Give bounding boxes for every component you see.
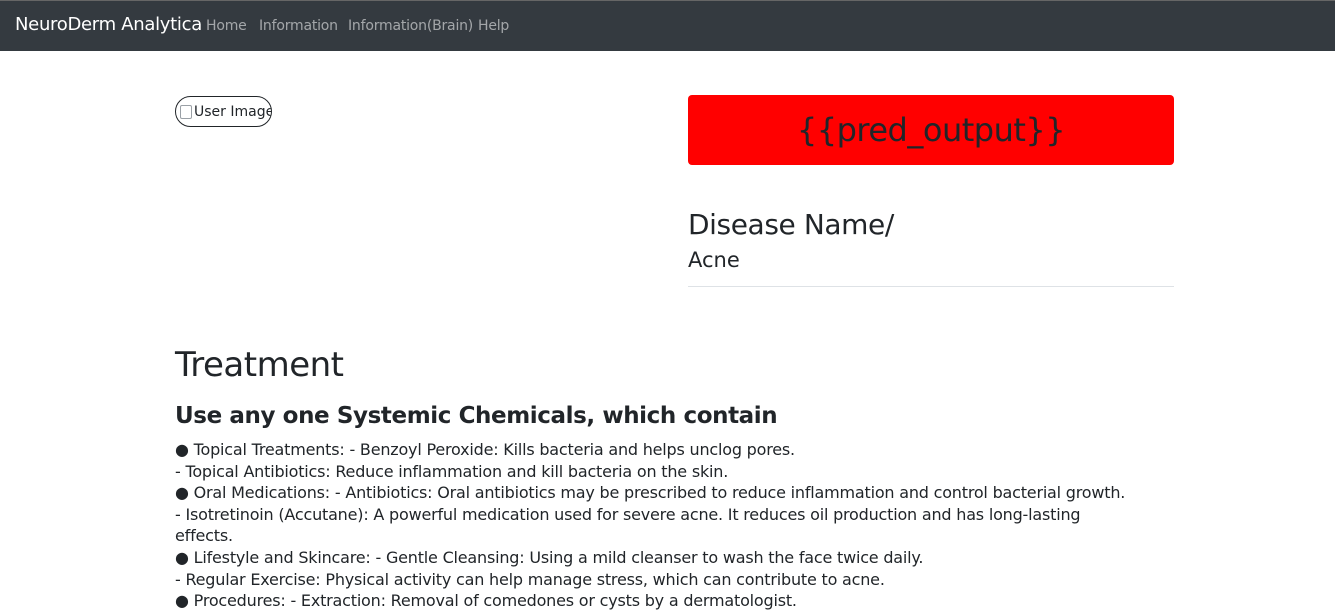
brand-link[interactable]: NeuroDerm Analytica bbox=[15, 14, 202, 35]
divider bbox=[688, 286, 1174, 287]
disease-name-value: Acne bbox=[688, 248, 740, 272]
treatment-line: - Isotretinoin (Accutane): A powerful me… bbox=[175, 504, 1081, 524]
prediction-output-text: {{pred_output}} bbox=[796, 111, 1066, 149]
treatment-subheading: Use any one Systemic Chemicals, which co… bbox=[175, 403, 778, 429]
user-image-alt-text: User Image bbox=[194, 103, 272, 120]
nav-link-information-brain[interactable]: Information(Brain) bbox=[348, 18, 473, 34]
prediction-output-box: {{pred_output}} bbox=[688, 95, 1174, 165]
treatment-line: - Topical Antibiotics: Reduce inflammati… bbox=[175, 461, 729, 481]
treatment-heading: Treatment bbox=[175, 345, 344, 385]
treatment-line: ● Lifestyle and Skincare: - Gentle Clean… bbox=[175, 547, 924, 567]
navbar: NeuroDerm Analytica Home Information Inf… bbox=[0, 0, 1335, 51]
disease-name-heading: Disease Name/ bbox=[688, 208, 894, 241]
treatment-line: ● Oral Medications: - Antibiotics: Oral … bbox=[175, 483, 1126, 503]
broken-image-icon bbox=[180, 104, 192, 119]
treatment-list: ● Topical Treatments: - Benzoyl Peroxide… bbox=[175, 439, 1175, 612]
treatment-line: ● Procedures: - Extraction: Removal of c… bbox=[175, 591, 797, 611]
nav-link-help[interactable]: Help bbox=[478, 18, 509, 34]
treatment-line: effects. bbox=[175, 526, 233, 546]
nav-link-information[interactable]: Information bbox=[259, 18, 338, 34]
treatment-line: - Regular Exercise: Physical activity ca… bbox=[175, 569, 885, 589]
user-image: User Image bbox=[175, 96, 272, 127]
nav-link-home[interactable]: Home bbox=[206, 18, 247, 34]
treatment-line: ● Topical Treatments: - Benzoyl Peroxide… bbox=[175, 440, 795, 459]
